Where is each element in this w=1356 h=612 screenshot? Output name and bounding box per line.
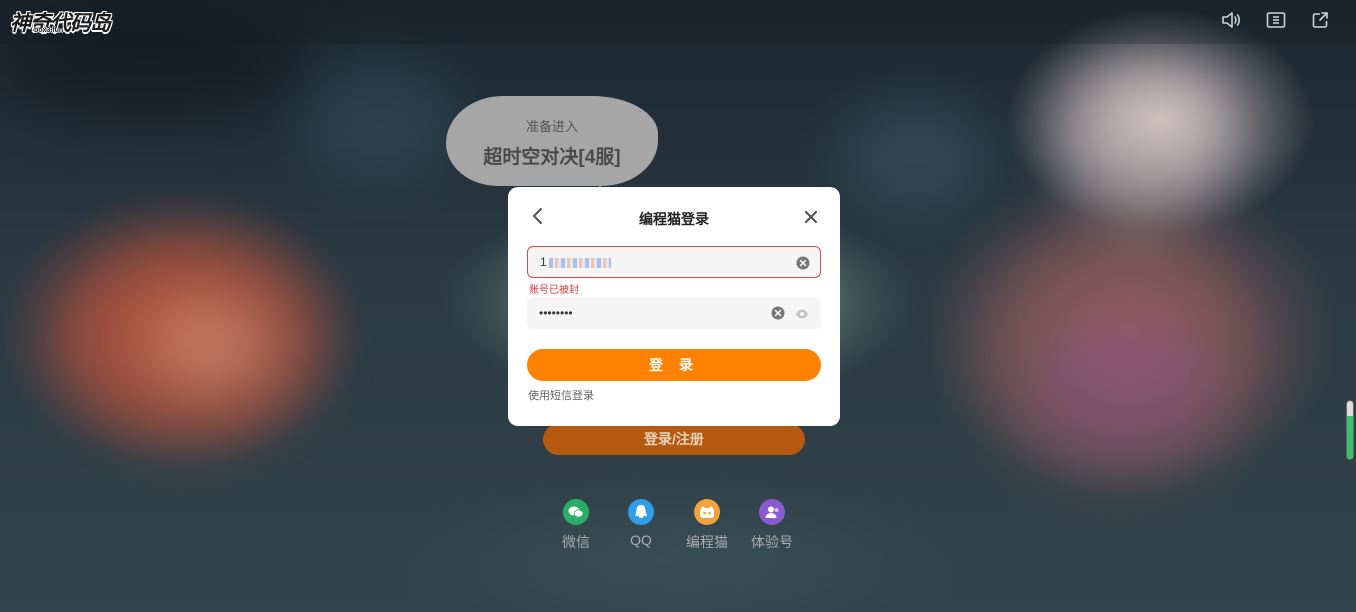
- logo-subtext: box3.fun: [34, 27, 64, 34]
- close-icon[interactable]: [802, 208, 820, 226]
- volume-icon[interactable]: [1220, 10, 1242, 30]
- sms-login-link[interactable]: 使用短信登录: [528, 387, 594, 403]
- bubble-prompt-text: 准备进入: [525, 119, 578, 134]
- guest-login[interactable]: 体验号: [742, 499, 802, 552]
- account-value: 1: [540, 255, 547, 269]
- external-link-icon[interactable]: [1310, 10, 1332, 30]
- guest-user-icon: [759, 499, 785, 525]
- show-password-eye-icon[interactable]: [795, 307, 809, 319]
- password-input[interactable]: ••••••••: [527, 297, 821, 329]
- guest-label: 体验号: [751, 534, 793, 550]
- password-value: ••••••••: [539, 306, 573, 320]
- login-register-button[interactable]: 登录/注册: [543, 424, 805, 455]
- qq-login[interactable]: QQ: [611, 499, 671, 548]
- progress-indicator: [1346, 400, 1354, 460]
- wechat-label: 微信: [562, 534, 590, 550]
- server-speech-bubble: 准备进入 超时空对决[4服]: [446, 96, 658, 188]
- wechat-icon: [563, 499, 589, 525]
- account-error-message: 账号已被封: [529, 285, 579, 296]
- wechat-login[interactable]: 微信: [546, 499, 606, 552]
- codemao-label: 编程猫: [686, 534, 728, 550]
- qq-icon: [628, 499, 654, 525]
- masked-account-digits: [548, 257, 611, 268]
- login-button[interactable]: 登 录: [527, 349, 821, 381]
- dialog-title: 编程猫登录: [639, 211, 709, 227]
- server-name: 超时空对决[4服]: [483, 147, 621, 168]
- menu-book-icon[interactable]: [1265, 10, 1287, 30]
- clear-password-icon[interactable]: [771, 306, 785, 320]
- top-bar: [0, 0, 1356, 44]
- account-input[interactable]: 1: [527, 246, 821, 278]
- qq-label: QQ: [630, 532, 652, 548]
- codemao-login-dialog: 编程猫登录 1 账号已被封 •••••••• 登 录 使用短信登录: [508, 187, 840, 426]
- site-logo[interactable]: 神奇代码岛 box3.fun: [10, 6, 111, 38]
- clear-account-icon[interactable]: [796, 256, 810, 270]
- codemao-login[interactable]: 编程猫: [677, 499, 737, 552]
- codemao-icon: [694, 499, 720, 525]
